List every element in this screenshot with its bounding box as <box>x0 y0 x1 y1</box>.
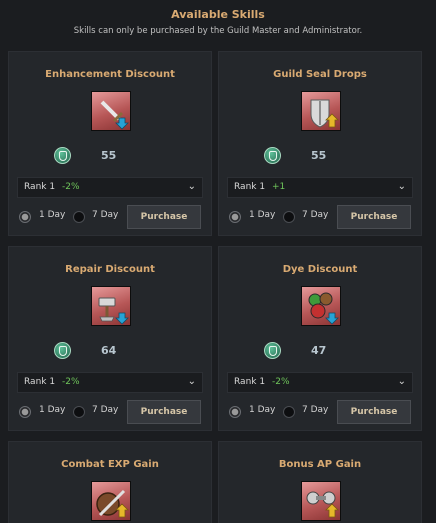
skill-title: Enhancement Discount <box>45 69 175 80</box>
dumbbell-icon <box>301 481 341 521</box>
radio-7-day[interactable] <box>283 211 295 223</box>
skills-header: Available Skills Skills can only be purc… <box>0 0 436 46</box>
guild-fund-icon <box>264 342 281 359</box>
rank-bonus: -2% <box>272 377 290 387</box>
guild-fund-icon <box>54 342 71 359</box>
radio-7-day-label: 7 Day <box>302 210 329 220</box>
dye-pots-icon <box>301 286 341 326</box>
rank-bonus: +1 <box>272 182 286 192</box>
skill-card-dye-discount: Dye Discount 47 Rank 1 -2% ⌄ 1 Day 7 Day… <box>218 246 422 431</box>
rank-dropdown[interactable]: Rank 1 -2% ⌄ <box>17 372 203 393</box>
purchase-button[interactable]: Purchase <box>127 205 201 229</box>
radio-1-day-label: 1 Day <box>39 405 66 415</box>
radio-7-day-label: 7 Day <box>92 405 119 415</box>
guild-fund-icon <box>54 147 71 164</box>
page-subtitle: Skills can only be purchased by the Guil… <box>73 26 363 36</box>
skill-title: Bonus AP Gain <box>278 459 362 470</box>
skill-card-enhancement-discount: Enhancement Discount 55 Rank 1 -2% ⌄ 1 D… <box>8 51 212 236</box>
skill-title: Guild Seal Drops <box>273 69 367 80</box>
rank-dropdown[interactable]: Rank 1 +1 ⌄ <box>227 177 413 198</box>
skill-title: Dye Discount <box>282 264 358 275</box>
radio-7-day-label: 7 Day <box>302 405 329 415</box>
purchase-button[interactable]: Purchase <box>337 205 411 229</box>
chevron-down-icon: ⌄ <box>397 376 406 387</box>
skill-card-repair-discount: Repair Discount 64 Rank 1 -2% ⌄ 1 Day 7 … <box>8 246 212 431</box>
radio-1-day[interactable] <box>19 406 31 418</box>
skill-cost: 55 <box>101 149 117 162</box>
skill-cost: 64 <box>101 344 117 357</box>
radio-7-day[interactable] <box>73 211 85 223</box>
rank-bonus: -2% <box>62 182 80 192</box>
skill-title: Repair Discount <box>65 264 155 275</box>
skill-card-combat-exp-gain: Combat EXP Gain <box>8 441 212 523</box>
skill-cost: 55 <box>311 149 327 162</box>
skill-cost: 47 <box>311 344 327 357</box>
radio-1-day-label: 1 Day <box>249 405 276 415</box>
hammer-icon <box>91 286 131 326</box>
rank-label: Rank 1 <box>24 182 56 192</box>
skill-card-guild-seal-drops: Guild Seal Drops 55 Rank 1 +1 ⌄ 1 Day 7 … <box>218 51 422 236</box>
radio-7-day[interactable] <box>283 406 295 418</box>
radio-1-day[interactable] <box>229 211 241 223</box>
radio-1-day-label: 1 Day <box>39 210 66 220</box>
shield-icon <box>301 91 341 131</box>
combat-shield-sword-icon <box>91 481 131 521</box>
radio-1-day[interactable] <box>19 211 31 223</box>
guild-fund-icon <box>264 147 281 164</box>
radio-7-day[interactable] <box>73 406 85 418</box>
chevron-down-icon: ⌄ <box>187 376 196 387</box>
radio-1-day[interactable] <box>229 406 241 418</box>
rank-dropdown[interactable]: Rank 1 -2% ⌄ <box>227 372 413 393</box>
rank-bonus: -2% <box>62 377 80 387</box>
purchase-button[interactable]: Purchase <box>337 400 411 424</box>
rank-label: Rank 1 <box>234 377 266 387</box>
rank-dropdown[interactable]: Rank 1 -2% ⌄ <box>17 177 203 198</box>
skill-title: Combat EXP Gain <box>61 459 159 470</box>
radio-1-day-label: 1 Day <box>249 210 276 220</box>
purchase-button[interactable]: Purchase <box>127 400 201 424</box>
chevron-down-icon: ⌄ <box>187 181 196 192</box>
sword-icon <box>91 91 131 131</box>
page-title: Available Skills <box>171 8 265 21</box>
chevron-down-icon: ⌄ <box>397 181 406 192</box>
rank-label: Rank 1 <box>24 377 56 387</box>
rank-label: Rank 1 <box>234 182 266 192</box>
radio-7-day-label: 7 Day <box>92 210 119 220</box>
skill-card-bonus-ap-gain: Bonus AP Gain <box>218 441 422 523</box>
